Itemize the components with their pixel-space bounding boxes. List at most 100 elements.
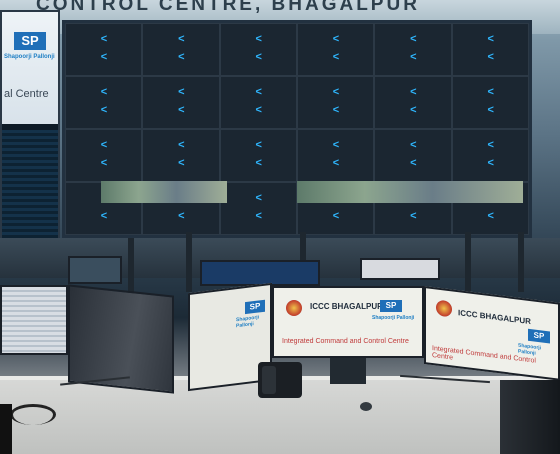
video-wall-tile: <<	[142, 129, 220, 182]
arrow-left-icon: <	[178, 32, 185, 45]
left-caption-text: al Centre	[4, 88, 49, 100]
left-display-table	[2, 130, 58, 238]
video-wall-tile: <<	[219, 182, 297, 235]
arrow-left-icon: <	[100, 138, 108, 151]
emblem-icon	[286, 300, 302, 316]
video-wall-tile: <<	[219, 76, 297, 129]
video-wall-tile: <<	[451, 23, 529, 76]
video-wall-tile: <<	[219, 129, 297, 182]
arrow-left-icon: <	[410, 157, 417, 170]
sp-logo-icon: SP	[380, 300, 402, 312]
video-wall-tile: <<	[297, 76, 375, 129]
iccc-title: ICCC BHAGALPUR	[310, 302, 383, 311]
emblem-icon	[436, 299, 452, 318]
monitor-pole	[186, 232, 192, 292]
back-monitor	[68, 256, 122, 284]
arrow-left-icon: <	[100, 104, 108, 117]
iccc-title: ICCC BHAGALPUR	[458, 308, 531, 327]
arrow-left-icon: <	[255, 191, 262, 204]
video-wall-tile: <<	[451, 129, 529, 182]
arrow-left-icon: <	[255, 138, 262, 151]
arrow-left-icon: <	[178, 138, 185, 151]
mouse-icon	[360, 402, 372, 411]
brand-text: Shapoorji Pallonji	[372, 315, 415, 321]
arrow-left-icon: <	[178, 85, 185, 98]
arrow-left-icon: <	[410, 51, 417, 64]
logo-letters: SP	[385, 301, 397, 310]
arrow-left-icon: <	[332, 51, 340, 64]
sp-logo-icon: SP	[528, 328, 550, 344]
arrow-left-icon: <	[487, 51, 494, 64]
arrow-left-icon: <	[332, 210, 340, 223]
headset-icon	[10, 404, 56, 425]
video-wall-tile: <<	[374, 23, 452, 76]
left-side-display: SP Shapoorji Pallonji al Centre	[0, 10, 60, 240]
arrow-left-icon: <	[100, 32, 108, 45]
arrow-left-icon: <	[178, 51, 185, 64]
video-wall-tile: <<	[374, 76, 452, 129]
video-wall-tile: <<	[65, 76, 143, 129]
chair	[500, 380, 560, 454]
arrow-left-icon: <	[255, 104, 262, 117]
video-wall-tile: <<	[297, 23, 375, 76]
sp-logo-icon: SP	[14, 32, 46, 50]
arrow-left-icon: <	[487, 138, 494, 151]
arrow-left-icon: <	[100, 85, 108, 98]
arrow-left-icon: <	[487, 32, 494, 45]
logo-letters: SP	[533, 330, 545, 341]
arrow-left-icon: <	[255, 85, 262, 98]
arrow-left-icon: <	[410, 104, 417, 117]
wall-sign-text: CONTROL CENTRE, BHAGALPUR	[36, 0, 420, 15]
arrow-left-icon: <	[100, 51, 108, 64]
cctv-feed	[297, 181, 523, 203]
left-logo-letters: SP	[21, 33, 39, 48]
video-wall-tile: <<	[142, 76, 220, 129]
arrow-left-icon: <	[410, 32, 417, 45]
arrow-left-icon: <	[255, 51, 262, 64]
tagline: Integrated Command and Control Centre	[282, 338, 409, 345]
arrow-left-icon: <	[332, 104, 340, 117]
arrow-left-icon: <	[487, 104, 494, 117]
arrow-left-icon: <	[410, 85, 417, 98]
cctv-feed	[101, 181, 227, 203]
logo-letters: SP	[249, 301, 261, 312]
chair-edge	[0, 404, 12, 454]
monitor-pole	[518, 232, 524, 292]
monitor-center: ICCC BHAGALPUR SP Shapoorji Pallonji Int…	[272, 286, 424, 358]
monitor-pole	[128, 238, 134, 298]
arrow-left-icon: <	[410, 138, 417, 151]
video-wall-tile: <<	[374, 129, 452, 182]
arrow-left-icon: <	[178, 157, 185, 170]
arrow-left-icon: <	[487, 210, 494, 223]
arrow-left-icon: <	[255, 157, 262, 170]
control-room-photo: CONTROL CENTRE, BHAGALPUR SP Shapoorji P…	[0, 0, 560, 454]
brand-text: Shapoorji Pallonji	[236, 314, 260, 330]
monitor-pole	[465, 232, 471, 292]
video-wall-tile: <<	[219, 23, 297, 76]
left-brand-text: Shapoorji Pallonji	[4, 54, 55, 60]
video-wall: < < < < < < < < < < < < < < < < < < < < < < < < < < < < < < < < < < < < < < < <…	[62, 20, 532, 238]
monitor-stand	[330, 358, 366, 384]
sp-logo-icon: SP	[245, 299, 265, 315]
desk-phone	[258, 362, 302, 398]
arrow-left-icon: <	[487, 157, 494, 170]
video-wall-tile: <<	[65, 129, 143, 182]
arrow-left-icon: <	[178, 210, 185, 223]
left-display-logo-screen: SP Shapoorji Pallonji al Centre	[2, 12, 58, 124]
arrow-left-icon: <	[100, 210, 108, 223]
back-monitor	[360, 258, 440, 280]
video-wall-tile: <<	[65, 23, 143, 76]
arrow-left-icon: <	[178, 104, 185, 117]
phone-handset-icon	[262, 366, 276, 394]
monitor-right: ICCC BHAGALPUR SP Shapoorji Pallonji Int…	[424, 286, 560, 381]
arrow-left-icon: <	[100, 157, 108, 170]
arrow-left-icon: <	[410, 210, 417, 223]
arrow-left-icon: <	[255, 32, 262, 45]
data-monitor-left	[0, 285, 68, 355]
arrow-left-icon: <	[487, 85, 494, 98]
back-monitor	[200, 260, 320, 286]
arrow-left-icon: <	[332, 32, 340, 45]
arrow-left-icon: <	[332, 157, 340, 170]
arrow-left-icon: <	[332, 85, 340, 98]
video-wall-tile: <<	[142, 23, 220, 76]
